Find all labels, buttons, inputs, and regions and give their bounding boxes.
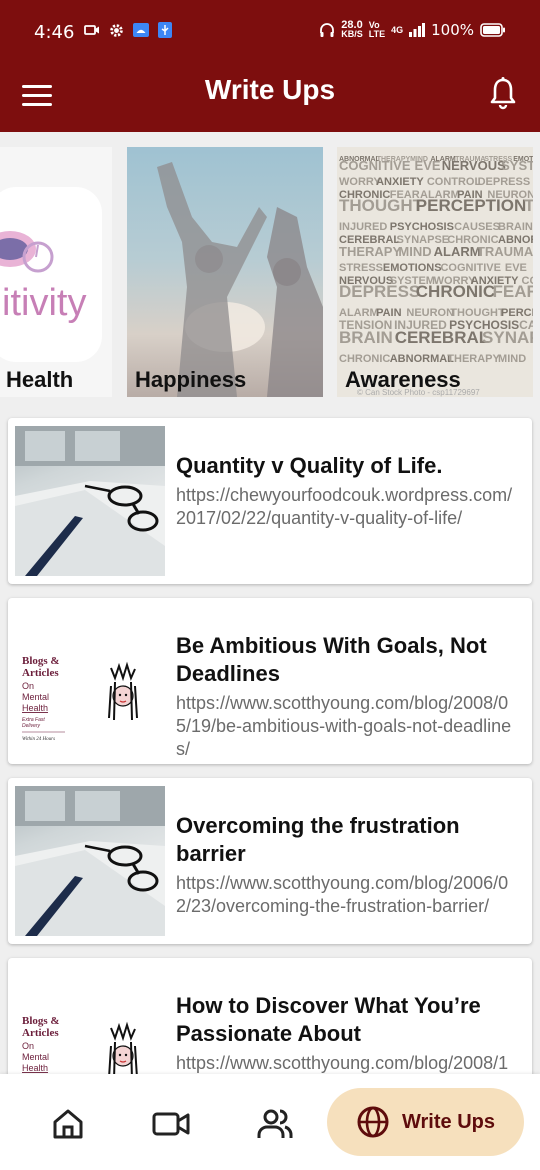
svg-text:Mental: Mental bbox=[22, 692, 49, 702]
write-up-title: Overcoming the frustration barrier bbox=[176, 813, 460, 866]
write-up-title: Quantity v Quality of Life. bbox=[176, 453, 443, 478]
svg-text:On: On bbox=[22, 681, 34, 691]
network-type: 4G bbox=[391, 24, 404, 35]
video-camera-icon bbox=[152, 1112, 190, 1136]
headphones-icon bbox=[320, 23, 335, 37]
category-card-health[interactable]: itivity Health bbox=[0, 147, 112, 397]
bottom-navigation: Write Ups bbox=[0, 1074, 540, 1170]
word-cloud-word: MIND bbox=[498, 353, 526, 365]
write-up-title: Be Ambitious With Goals, Not Deadlines bbox=[176, 633, 487, 686]
word-cloud-word: TRAUMA bbox=[477, 244, 533, 259]
svg-text:Delivery: Delivery bbox=[22, 723, 41, 729]
word-cloud-word: THERAPY bbox=[339, 244, 401, 259]
status-notification-icons bbox=[84, 22, 172, 38]
nav-people[interactable] bbox=[245, 1094, 305, 1154]
status-time: 4:46 bbox=[34, 22, 75, 43]
word-cloud-word: EVE bbox=[505, 262, 527, 274]
svg-text:Articles: Articles bbox=[22, 667, 59, 679]
word-cloud-word: SYSTEM bbox=[501, 158, 533, 173]
app-bar: Write Ups bbox=[0, 64, 540, 132]
word-cloud-word: COGNITIVE bbox=[339, 158, 411, 173]
positivity-logo-graphic: itivity bbox=[0, 231, 86, 324]
word-cloud-word: TENSION bbox=[524, 196, 533, 215]
svg-text:Within 24 Hours: Within 24 Hours bbox=[22, 737, 55, 742]
status-system-icons: 28.0 KB/S Vo LTE 4G 100% bbox=[319, 19, 506, 39]
word-cloud-word: FEAR bbox=[493, 282, 533, 301]
awareness-word-cloud-image: ABNORMALTHERAPY MIND ALARM TRAUMASTRESS EMOT… bbox=[339, 156, 533, 397]
word-cloud-word: PSYCHOSIS bbox=[390, 221, 454, 233]
usb-icon bbox=[158, 22, 172, 38]
battery-percent: 100% bbox=[431, 21, 474, 39]
word-cloud-word: ABNORMAL bbox=[390, 353, 454, 365]
blogs-articles-thumbnail: Blogs &ArticlesOnMentalHealthExtra FastD… bbox=[15, 606, 165, 756]
android-icon bbox=[133, 23, 149, 37]
category-label: Happiness bbox=[135, 367, 247, 392]
word-cloud-word: INJURED bbox=[339, 221, 387, 233]
write-up-title: How to Discover What You’re Passionate A… bbox=[176, 993, 481, 1046]
home-icon bbox=[53, 1109, 83, 1139]
word-cloud-word: WORRY bbox=[339, 176, 381, 188]
category-label: Awareness bbox=[345, 367, 461, 392]
nav-write-ups[interactable]: Write Ups bbox=[327, 1088, 524, 1156]
category-card-awareness[interactable]: ABNORMAL THERAPY MIND ALARM TRAUMA STRESS EMOT… bbox=[337, 147, 533, 397]
category-carousel[interactable]: itivity Health Happiness ABNORMAL THERAPY… bbox=[0, 147, 540, 397]
word-cloud-word: THERAPY bbox=[447, 353, 500, 365]
word-cloud-word: PERCEPTION bbox=[416, 196, 527, 215]
word-cloud-word: ANXIETY bbox=[376, 176, 424, 188]
write-up-url[interactable]: https://chewyourfoodcouk.wordpress.com/2… bbox=[176, 484, 518, 530]
word-cloud-word: CEREBRAL bbox=[395, 328, 489, 347]
word-cloud-word: CONTROL bbox=[427, 176, 482, 188]
word-cloud-word: EMOTIONS bbox=[383, 262, 442, 274]
battery-icon bbox=[480, 23, 505, 37]
category-card-happiness[interactable]: Happiness bbox=[127, 147, 323, 397]
word-cloud-word: CAUSES bbox=[454, 221, 500, 233]
page-title: Write Ups bbox=[204, 74, 336, 105]
video-recording-icon bbox=[84, 25, 99, 35]
settings-gear-icon bbox=[110, 23, 123, 37]
word-cloud-word: COGNITIVE bbox=[440, 262, 501, 274]
word-cloud-word: CHRONIC bbox=[416, 282, 495, 301]
svg-text:Articles: Articles bbox=[22, 1027, 59, 1039]
word-cloud-word: EVE bbox=[415, 158, 441, 173]
status-bar: 4:46 28.0 KB/S Vo LTE 4G 100% bbox=[0, 0, 540, 64]
network-speed: 28.0 KB/S bbox=[341, 19, 363, 39]
laptop-glasses-thumbnail bbox=[15, 786, 165, 936]
word-cloud-word: BRAIN bbox=[498, 221, 533, 233]
people-icon bbox=[257, 1109, 293, 1138]
nav-video[interactable] bbox=[141, 1094, 201, 1154]
bell-icon[interactable] bbox=[488, 76, 518, 110]
word-cloud-word: SYNAPSE bbox=[482, 328, 533, 347]
globe-icon bbox=[357, 1106, 389, 1138]
write-up-card[interactable]: Quantity v Quality of Life. https://chewy… bbox=[8, 418, 532, 584]
word-cloud-word: THOUGHT bbox=[339, 196, 424, 215]
word-cloud-word: CHRONIC bbox=[339, 353, 390, 365]
word-cloud-word: MIND bbox=[398, 244, 431, 259]
svg-text:Health: Health bbox=[22, 1063, 48, 1073]
svg-text:itivity: itivity bbox=[2, 282, 86, 324]
write-up-url[interactable]: https://www.scotthyoung.com/blog/2008/05… bbox=[176, 692, 518, 761]
svg-text:Blogs &: Blogs & bbox=[22, 655, 60, 667]
nav-home[interactable] bbox=[38, 1094, 98, 1154]
word-cloud-word: BRAIN bbox=[339, 328, 393, 347]
svg-text:Blogs &: Blogs & bbox=[22, 1015, 60, 1027]
svg-text:Mental: Mental bbox=[22, 1052, 49, 1062]
word-cloud-word: ALARM bbox=[434, 244, 481, 259]
signal-strength-icon bbox=[409, 23, 426, 37]
write-up-card[interactable]: Overcoming the frustration barrier https:… bbox=[8, 778, 532, 944]
word-cloud-word: NERVOUS bbox=[442, 158, 506, 173]
write-up-card[interactable]: Blogs &ArticlesOnMentalHealthExtra FastD… bbox=[8, 598, 532, 764]
word-cloud-word: DEPRESS bbox=[478, 176, 531, 188]
laptop-glasses-thumbnail bbox=[15, 426, 165, 576]
write-up-url[interactable]: https://www.scotthyoung.com/blog/2006/02… bbox=[176, 872, 518, 918]
category-label: Health bbox=[6, 367, 74, 392]
positivity-logo: itivity bbox=[0, 187, 102, 362]
svg-text:On: On bbox=[22, 1041, 34, 1051]
word-cloud-word: STRESS bbox=[339, 262, 383, 274]
nav-write-ups-label: Write Ups bbox=[402, 1110, 495, 1133]
svg-text:Health: Health bbox=[22, 703, 48, 713]
word-cloud-word: DEPRESS bbox=[339, 282, 420, 301]
volte-indicator: Vo LTE bbox=[368, 20, 386, 39]
happiness-silhouette-image bbox=[157, 162, 323, 397]
